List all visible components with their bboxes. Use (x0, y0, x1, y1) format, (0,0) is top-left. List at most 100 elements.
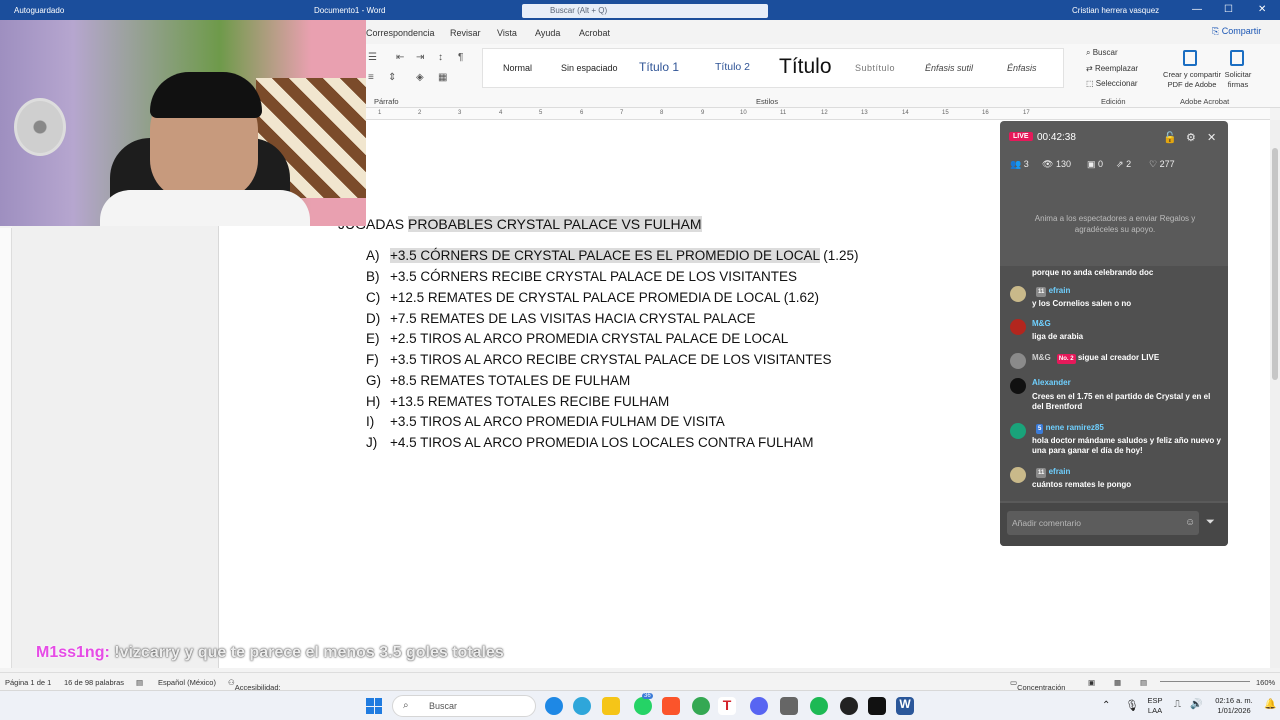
list-item[interactable]: B) +3.5 CÓRNERS RECIBE CRYSTAL PALACE DE … (366, 269, 797, 284)
list-item[interactable]: I) +3.5 TIROS AL ARCO PROMEDIA FULHAM DE … (366, 414, 725, 429)
list-item[interactable]: H) +13.5 REMATES TOTALES RECIBE FULHAM (366, 394, 669, 409)
list-item[interactable]: C) +12.5 REMATES DE CRYSTAL PALACE PROMED… (366, 290, 819, 305)
chat-username[interactable]: 11 efrain (1032, 286, 1070, 297)
pilcrow-icon[interactable]: ¶ (458, 52, 463, 63)
emoji-icon[interactable]: ☺ (1185, 517, 1195, 528)
zoom-level[interactable]: 160% (1256, 678, 1275, 687)
avatar[interactable] (1010, 353, 1026, 369)
indent-increase-icon[interactable]: ⇥ (416, 52, 424, 63)
volume-icon[interactable]: 🔊 (1190, 699, 1202, 710)
horizontal-ruler[interactable]: 1 2 3 4 5 6 7 8 9 10 11 12 13 14 15 16 1… (366, 108, 1270, 120)
telegram-icon[interactable] (573, 697, 591, 715)
list-item[interactable]: E) +2.5 TIROS AL ARCO PROMEDIA CRYSTAL PA… (366, 331, 788, 346)
chat-username[interactable]: 11 efrain (1032, 467, 1070, 478)
windows-start-icon[interactable] (366, 698, 382, 714)
chat-username[interactable]: M&G No. 2 sigue al creador LIVE (1032, 353, 1159, 364)
notifications-icon[interactable]: 🔔 (1264, 699, 1276, 710)
web-layout-icon[interactable]: ▤ (1140, 678, 1147, 687)
lock-icon[interactable]: 🔓 (1163, 131, 1177, 144)
language-indicator[interactable]: ESP LAA (1144, 696, 1166, 716)
avatar[interactable] (1010, 286, 1026, 302)
microphone-icon[interactable]: 🎙 (1125, 699, 1139, 712)
file-explorer-icon[interactable] (602, 697, 620, 715)
chat-username[interactable]: 5 nene ramirez85 (1032, 423, 1104, 434)
media-app-icon[interactable] (840, 697, 858, 715)
network-icon[interactable]: ⎍ (1174, 699, 1181, 710)
tiktok-icon[interactable] (868, 697, 886, 715)
style-subtitle[interactable]: Subtítulo (855, 63, 895, 73)
accessibility-status[interactable]: ⚇ Accesibilidad: todo correcto (228, 678, 281, 701)
tab-vista[interactable]: Vista (497, 28, 517, 38)
chat-username[interactable]: Alexander (1032, 378, 1071, 388)
indent-decrease-icon[interactable]: ⇤ (396, 52, 404, 63)
list-item[interactable]: D) +7.5 REMATES DE LAS VISITAS HACIA CRYS… (366, 311, 756, 326)
tab-correspondencia[interactable]: Correspondencia (366, 28, 435, 38)
chat-list[interactable]: porque no anda celebrando doc 11 efrain … (1000, 266, 1228, 501)
calculator-icon[interactable] (780, 697, 798, 715)
edge-icon[interactable] (545, 697, 563, 715)
find-button[interactable]: ⌕ Buscar (1086, 48, 1118, 58)
avatar[interactable] (1010, 378, 1026, 394)
shading-icon[interactable]: ◈ (416, 72, 424, 83)
tab-revisar[interactable]: Revisar (450, 28, 481, 38)
style-emphasis[interactable]: Énfasis (1007, 63, 1037, 73)
request-signatures-icon[interactable] (1230, 50, 1244, 66)
vertical-scrollbar[interactable] (1270, 120, 1280, 668)
filter-icon[interactable]: ⏷ (1206, 516, 1215, 529)
avatar[interactable] (1010, 319, 1026, 335)
whatsapp-icon[interactable] (634, 697, 652, 715)
style-no-spacing[interactable]: Sin espaciado (561, 63, 618, 73)
list-item[interactable]: G) +8.5 REMATES TOTALES DE FULHAM (366, 373, 630, 388)
minimize-icon[interactable]: — (1192, 4, 1202, 15)
search-input[interactable]: Buscar (Alt + Q) (522, 4, 768, 18)
line-spacing-icon[interactable]: ⇕ (388, 72, 396, 83)
focus-button[interactable]: ▭ Concentración (1010, 678, 1065, 692)
share-button[interactable]: ⎘ Compartir (1212, 26, 1261, 37)
style-subtle-emphasis[interactable]: Énfasis sutil (925, 63, 973, 73)
request-signatures-button[interactable]: Solicitar firmas (1222, 70, 1254, 90)
create-pdf-button[interactable]: Crear y compartir PDF de Adobe (1156, 70, 1228, 90)
text-app-icon[interactable]: T (718, 697, 736, 715)
chat-username[interactable]: M&G (1032, 319, 1051, 329)
style-normal[interactable]: Normal (503, 63, 532, 73)
list-item[interactable]: A) +3.5 CÓRNERS DE CRYSTAL PALACE ES EL P… (366, 248, 859, 263)
style-heading-1[interactable]: Título 1 (639, 60, 679, 74)
discord-icon[interactable] (750, 697, 768, 715)
close-icon[interactable]: ✕ (1258, 4, 1266, 15)
pdf-icon[interactable] (1183, 50, 1197, 66)
gear-icon[interactable]: ⚙ (1186, 131, 1196, 144)
style-title[interactable]: Título (779, 55, 832, 79)
tray-chevron-icon[interactable]: ⌃ (1102, 700, 1110, 711)
user-name[interactable]: Cristian herrera vasquez (1072, 6, 1159, 15)
style-heading-2[interactable]: Título 2 (715, 61, 750, 73)
sort-icon[interactable]: ↕ (438, 52, 443, 63)
select-button[interactable]: ⬚ Seleccionar (1086, 79, 1138, 88)
proofing-icon[interactable]: ▤ (136, 678, 143, 687)
brave-icon[interactable] (662, 697, 680, 715)
avatar[interactable] (1010, 467, 1026, 483)
read-mode-icon[interactable]: ▣ (1088, 678, 1095, 687)
print-layout-icon[interactable]: ▦ (1114, 678, 1121, 687)
maximize-icon[interactable]: ☐ (1224, 4, 1233, 15)
word-icon[interactable]: W (896, 697, 914, 715)
word-count[interactable]: 16 de 98 palabras (64, 678, 124, 687)
tab-acrobat[interactable]: Acrobat (579, 28, 610, 38)
borders-icon[interactable]: ▦ (438, 72, 447, 83)
taskbar-search[interactable]: ⌕ Buscar (392, 695, 536, 717)
avatar[interactable] (1010, 423, 1026, 439)
page-count[interactable]: Página 1 de 1 (5, 678, 51, 687)
scrollbar-thumb[interactable] (1272, 148, 1278, 380)
replace-button[interactable]: ⇄ Reemplazar (1086, 64, 1138, 73)
language-status[interactable]: Español (México) (158, 678, 216, 687)
chrome-icon[interactable] (692, 697, 710, 715)
document-heading[interactable]: JUGADAS PROBABLES CRYSTAL PALACE VS FULH… (338, 216, 702, 232)
align-justify-icon[interactable]: ≡ (368, 72, 374, 83)
vertical-ruler[interactable] (0, 228, 12, 668)
list-bullets-icon[interactable]: ☰ (368, 52, 377, 63)
tab-ayuda[interactable]: Ayuda (535, 28, 560, 38)
list-item[interactable]: J) +4.5 TIROS AL ARCO PROMEDIA LOS LOCALE… (366, 435, 814, 450)
zoom-slider[interactable] (1160, 681, 1250, 682)
clock[interactable]: 02:16 a. m. 1/01/2026 (1210, 696, 1258, 716)
spotify-icon[interactable] (810, 697, 828, 715)
list-item[interactable]: F) +3.5 TIROS AL ARCO RECIBE CRYSTAL PALA… (366, 352, 832, 367)
